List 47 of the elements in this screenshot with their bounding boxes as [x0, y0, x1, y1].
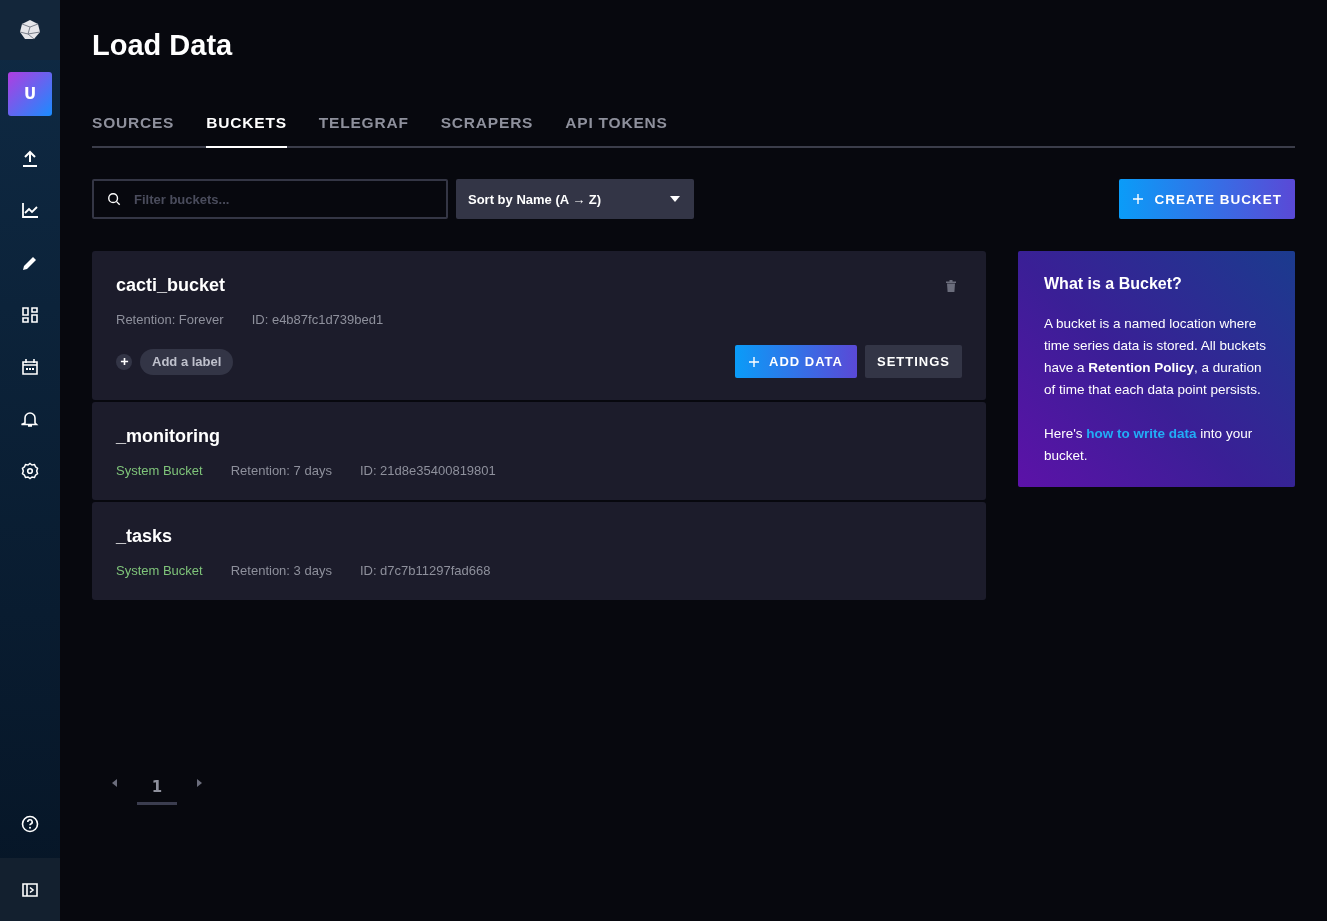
- bell-icon[interactable]: [21, 410, 39, 428]
- next-page-icon[interactable]: [197, 778, 202, 787]
- retention-text: Retention: Forever: [116, 312, 224, 327]
- add-label-button[interactable]: Add a label: [140, 348, 234, 375]
- search-field[interactable]: Filter buckets...: [92, 179, 448, 219]
- help-icon[interactable]: [21, 815, 39, 833]
- plus-icon: [749, 356, 760, 367]
- tab[interactable]: SOURCES: [92, 114, 175, 148]
- page-number[interactable]: 1: [137, 770, 177, 805]
- bucket-id: ID: e4b87fc1d739bed1: [251, 312, 384, 327]
- tab[interactable]: TELEGRAF: [318, 114, 409, 148]
- user-avatar[interactable]: U: [8, 72, 52, 116]
- page-title: Load Data: [92, 28, 234, 63]
- retention-text: Retention: 3 days: [230, 563, 332, 578]
- info-title: What is a Bucket?: [1044, 275, 1183, 293]
- expand-sidebar-icon[interactable]: [21, 880, 39, 899]
- bucket-name[interactable]: _monitoring: [116, 426, 220, 447]
- logo-icon[interactable]: [18, 18, 42, 42]
- add-data-button[interactable]: ADD DATA: [735, 345, 857, 378]
- create-bucket-button[interactable]: CREATE BUCKET: [1118, 179, 1295, 219]
- trash-icon[interactable]: [946, 279, 956, 292]
- dashboard-icon[interactable]: [21, 306, 39, 324]
- bucket-id: ID: d7c7b11297fad668: [359, 563, 491, 578]
- upload-icon[interactable]: [21, 150, 39, 168]
- info-paragraph: A bucket is a named location where time series data is stored. All buckets have a Retention Policy, a duration of time that each data point persists.: [1044, 315, 1268, 399]
- retention-text: Retention: 7 days: [230, 463, 332, 478]
- calendar-icon[interactable]: [21, 358, 39, 376]
- caret-icon: [670, 196, 680, 202]
- settings-icon[interactable]: [21, 462, 39, 480]
- search-icon: [107, 192, 121, 206]
- bucket-id: ID: 21d8e35400819801: [359, 463, 496, 478]
- info-paragraph: Here's how to write data into your bucket.: [1044, 425, 1254, 465]
- system-bucket-tag: System Bucket: [116, 463, 203, 478]
- line-chart-icon[interactable]: [21, 202, 39, 220]
- write-data-link[interactable]: how to write data: [1086, 426, 1197, 441]
- settings-button[interactable]: SETTINGS: [865, 345, 962, 378]
- previous-page-icon[interactable]: [112, 778, 117, 787]
- tab[interactable]: BUCKETS: [206, 114, 287, 148]
- sort-dropdown[interactable]: Sort by Name (A → Z): [456, 179, 694, 219]
- tab[interactable]: SCRAPERS: [440, 114, 534, 148]
- tab[interactable]: API TOKENS: [565, 114, 668, 148]
- bucket-name[interactable]: _tasks: [116, 526, 173, 547]
- plus-icon: [1132, 194, 1143, 204]
- bucket-name[interactable]: cacti_bucket: [116, 275, 226, 296]
- add-label-plus-icon[interactable]: [116, 353, 132, 370]
- pencil-icon[interactable]: [21, 254, 39, 272]
- system-bucket-tag: System Bucket: [116, 563, 203, 578]
